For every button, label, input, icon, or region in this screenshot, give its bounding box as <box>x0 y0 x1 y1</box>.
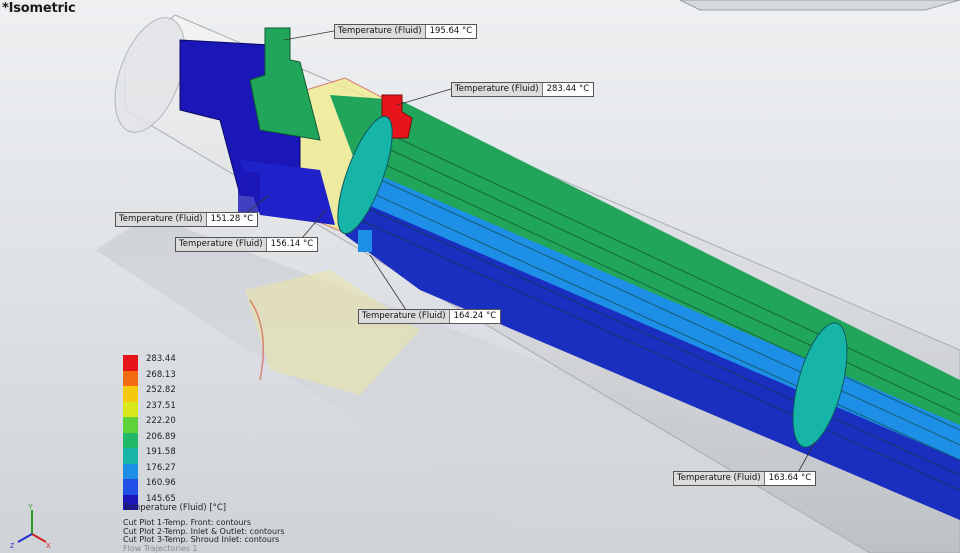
axis-x-label: X <box>46 543 51 550</box>
plot-list: Cut Plot 1-Temp. Front: contours Cut Plo… <box>123 518 285 553</box>
probe-value: 156.14 °C <box>266 238 318 251</box>
legend-row: 222.20 <box>123 416 243 433</box>
drain-nozzle-left <box>238 172 260 212</box>
legend-swatch <box>123 386 138 402</box>
probe-value: 151.28 °C <box>206 213 258 226</box>
legend-value: 176.27 <box>146 462 176 473</box>
legend-swatch <box>123 479 138 495</box>
legend-value: 206.89 <box>146 431 176 442</box>
probe-value: 163.64 °C <box>764 472 816 485</box>
background-object <box>679 0 960 11</box>
axis-y-label: Y <box>28 504 33 511</box>
legend-value: 237.51 <box>146 400 176 411</box>
legend-value: 283.44 <box>146 354 176 364</box>
legend-swatch <box>123 463 138 479</box>
probe-label: Temperature (Fluid) <box>176 238 267 251</box>
legend-swatch <box>123 448 138 464</box>
legend-value: 222.20 <box>146 416 176 426</box>
axis-triad: Y X Z <box>10 504 51 550</box>
legend-value: 191.58 <box>146 447 176 457</box>
legend-row: 206.89 <box>123 431 243 448</box>
legend-value: 145.65 <box>146 493 176 504</box>
legend-value: 252.82 <box>146 385 176 395</box>
legend-swatch <box>123 432 138 448</box>
probe-value: 195.64 °C <box>425 25 477 38</box>
plot-item[interactable]: Flow Trajectories 1 <box>123 544 285 553</box>
legend-row: 268.13 <box>123 369 243 386</box>
probe-label: Temperature (Fluid) <box>335 25 426 38</box>
probe-2[interactable]: Temperature (Fluid) 283.44 °C <box>451 82 595 97</box>
legend-row: 176.27 <box>123 462 243 479</box>
legend-row: 252.82 <box>123 385 243 402</box>
legend-value: 160.96 <box>146 478 176 488</box>
probe-value: 283.44 °C <box>542 83 594 96</box>
legend-swatch <box>123 417 138 433</box>
legend-row: 191.58 <box>123 447 243 464</box>
legend-row: 160.96 <box>123 478 243 495</box>
probe-4[interactable]: Temperature (Fluid) 156.14 °C <box>175 237 319 252</box>
probe-6[interactable]: Temperature (Fluid) 163.64 °C <box>673 471 817 486</box>
view-orientation-label: *Isometric <box>2 1 76 16</box>
legend-row: 283.44 <box>123 354 243 371</box>
probe-3[interactable]: Temperature (Fluid) 151.28 °C <box>115 212 259 227</box>
legend-swatch <box>123 370 138 386</box>
probe-value: 164.24 °C <box>449 310 501 323</box>
legend-row: 237.51 <box>123 400 243 417</box>
probe-label: Temperature (Fluid) <box>452 83 543 96</box>
probe-label: Temperature (Fluid) <box>116 213 207 226</box>
axis-z-label: Z <box>10 543 15 550</box>
legend-swatch <box>123 401 138 417</box>
legend-value: 268.13 <box>146 369 176 380</box>
probe-label: Temperature (Fluid) <box>359 310 450 323</box>
graphics-viewport[interactable]: *Isometric Temperature (Fluid) 195.64 °C… <box>0 0 960 553</box>
probe-5[interactable]: Temperature (Fluid) 164.24 °C <box>358 309 502 324</box>
legend-swatch <box>123 355 138 371</box>
probe-1[interactable]: Temperature (Fluid) 195.64 °C <box>334 24 478 39</box>
drain-nozzle-right <box>358 230 372 252</box>
legend-title: Temperature (Fluid) [°C] <box>123 503 227 513</box>
probe-label: Temperature (Fluid) <box>674 472 765 485</box>
